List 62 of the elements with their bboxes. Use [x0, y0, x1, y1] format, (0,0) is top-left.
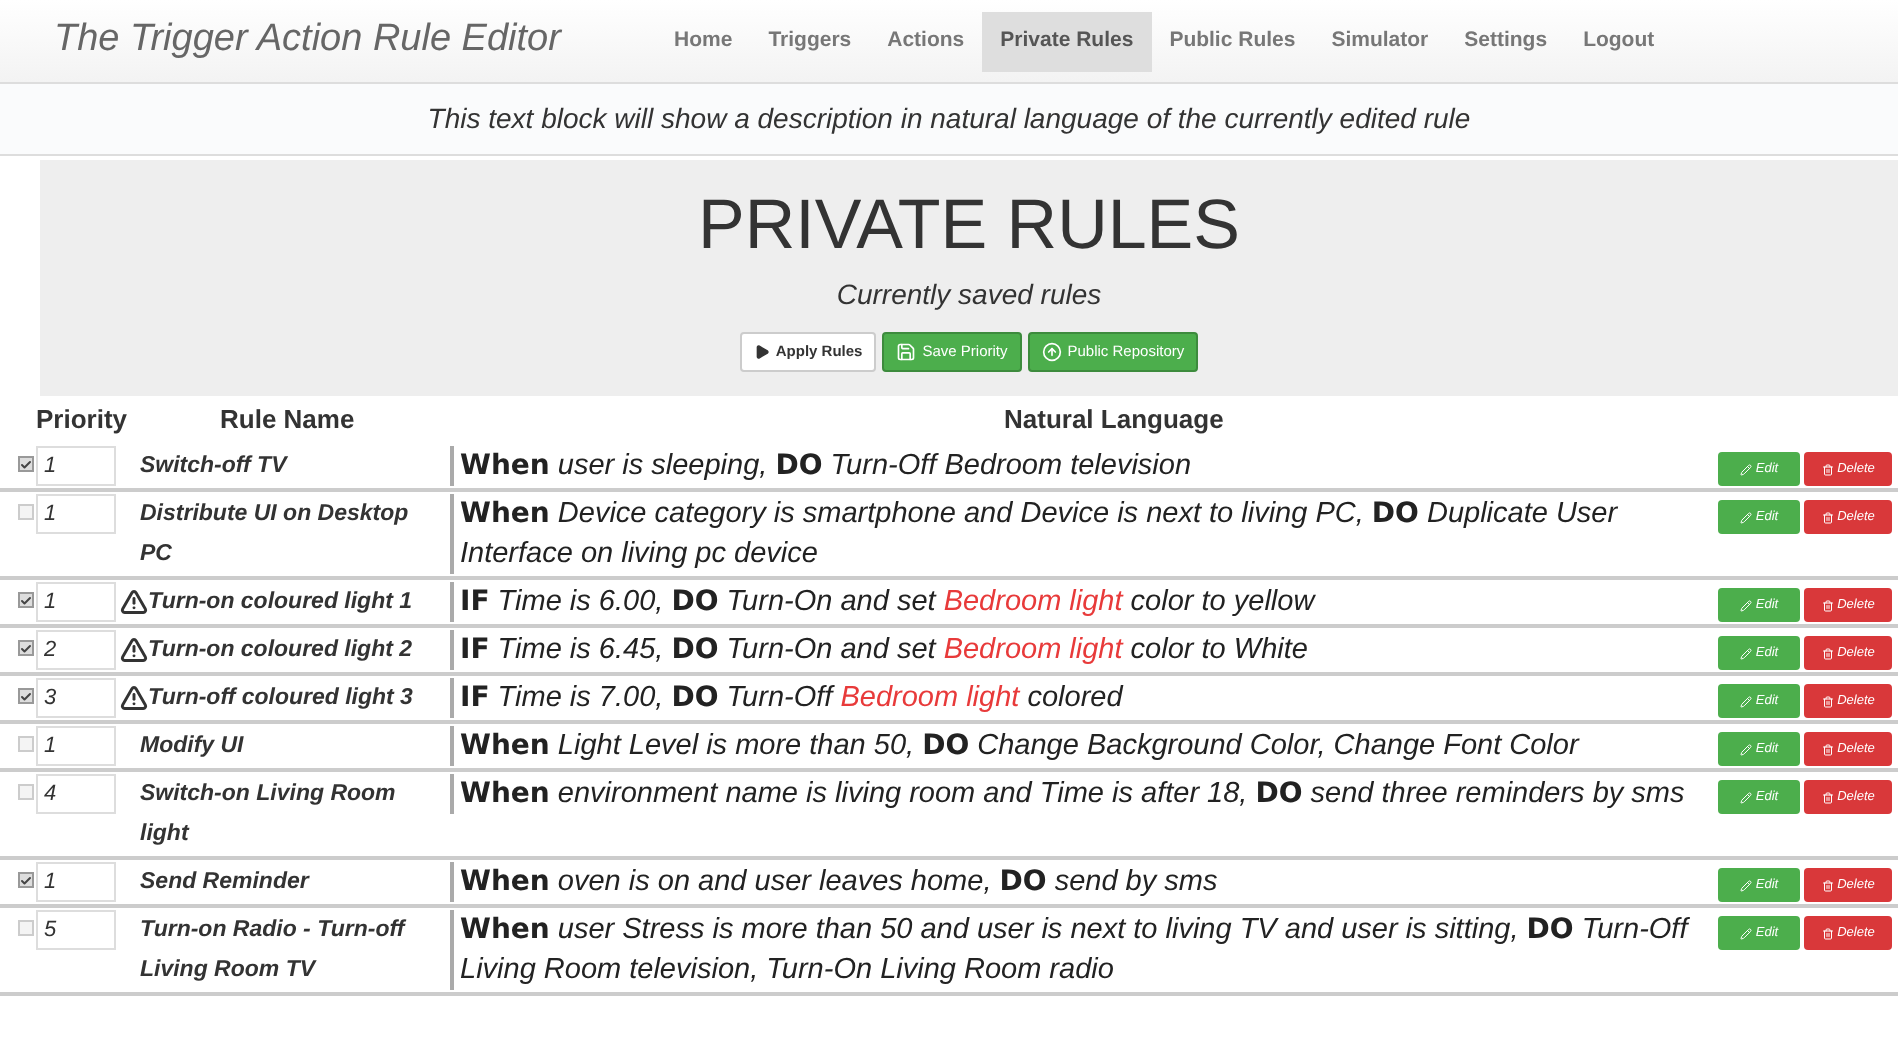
column-header: Priority	[36, 401, 130, 438]
pencil-icon	[1739, 511, 1752, 523]
rule-name: Switch-on Living Room light	[140, 780, 398, 850]
priority-field[interactable]: 1	[36, 494, 116, 534]
rule-name: Turn-on coloured light 2	[148, 636, 415, 666]
priority-field[interactable]: 1	[36, 726, 116, 766]
page-subheading: Currently saved rules	[836, 276, 1102, 314]
priority-field[interactable]: 1	[36, 582, 116, 622]
pencil-icon	[1739, 743, 1752, 755]
pencil-icon	[1739, 463, 1752, 475]
rule-name: Send Reminder	[140, 868, 312, 898]
column-header: Natural Language	[1004, 401, 1224, 438]
pencil-icon	[1739, 791, 1752, 803]
nav-link[interactable]: Home	[656, 11, 751, 71]
rule-name: Switch-off TV	[140, 452, 290, 482]
nav-link[interactable]: Logout	[1565, 11, 1673, 71]
trash-icon	[1821, 599, 1834, 611]
rule-name: Modify UI	[140, 732, 246, 762]
pencil-icon	[1739, 879, 1752, 891]
checkbox[interactable]	[18, 736, 34, 752]
pencil-icon	[1739, 647, 1752, 659]
checkbox[interactable]	[18, 784, 34, 800]
nav-link[interactable]: Public Rules	[1151, 11, 1314, 71]
column-header: Rule Name	[220, 401, 357, 437]
trash-icon	[1821, 879, 1834, 891]
rule-name: Distribute UI on Desktop PC	[140, 500, 411, 570]
pencil-icon	[1739, 695, 1752, 707]
checkbox[interactable]	[18, 456, 34, 472]
trash-icon	[1821, 927, 1834, 939]
trash-icon	[1821, 695, 1834, 707]
rule-name: Turn-off coloured light 3	[148, 684, 415, 714]
trash-icon	[1821, 463, 1834, 475]
nav-link[interactable]: Private Rules	[982, 11, 1152, 71]
page-heading: PRIVATE RULES	[698, 188, 1240, 264]
rule-name: Turn-on coloured light 1	[148, 588, 415, 618]
trash-icon	[1821, 791, 1834, 803]
priority-field[interactable]: 1	[36, 862, 116, 902]
checkbox[interactable]	[18, 640, 34, 656]
trash-icon	[1821, 647, 1834, 659]
priority-field[interactable]: 5	[36, 910, 116, 950]
priority-field[interactable]: 1	[36, 446, 116, 486]
app-title: The Trigger Action Rule Editor	[54, 16, 564, 65]
checkbox[interactable]	[18, 592, 34, 608]
checkbox[interactable]	[18, 688, 34, 704]
nav-link[interactable]: Settings	[1446, 11, 1566, 71]
pencil-icon	[1739, 927, 1752, 939]
priority-field[interactable]: 3	[36, 678, 116, 718]
rule-name: Turn-on Radio - Turn-off Living Room TV	[140, 916, 408, 986]
priority-field[interactable]: 2	[36, 630, 116, 670]
save-icon	[896, 342, 917, 362]
trash-icon	[1821, 511, 1834, 523]
checkbox[interactable]	[18, 920, 34, 936]
nav-link[interactable]: Triggers	[750, 11, 870, 71]
checkbox[interactable]	[18, 872, 34, 888]
priority-field[interactable]: 4	[36, 774, 116, 814]
description-text: This text block will show a description in natural language of the currently edited rule	[427, 100, 1471, 138]
nav-link[interactable]: Actions	[869, 11, 983, 71]
checkbox[interactable]	[18, 504, 34, 520]
pencil-icon	[1739, 599, 1752, 611]
nav-link[interactable]: Simulator	[1313, 11, 1447, 71]
play-icon	[753, 344, 770, 360]
trash-icon	[1821, 743, 1834, 755]
